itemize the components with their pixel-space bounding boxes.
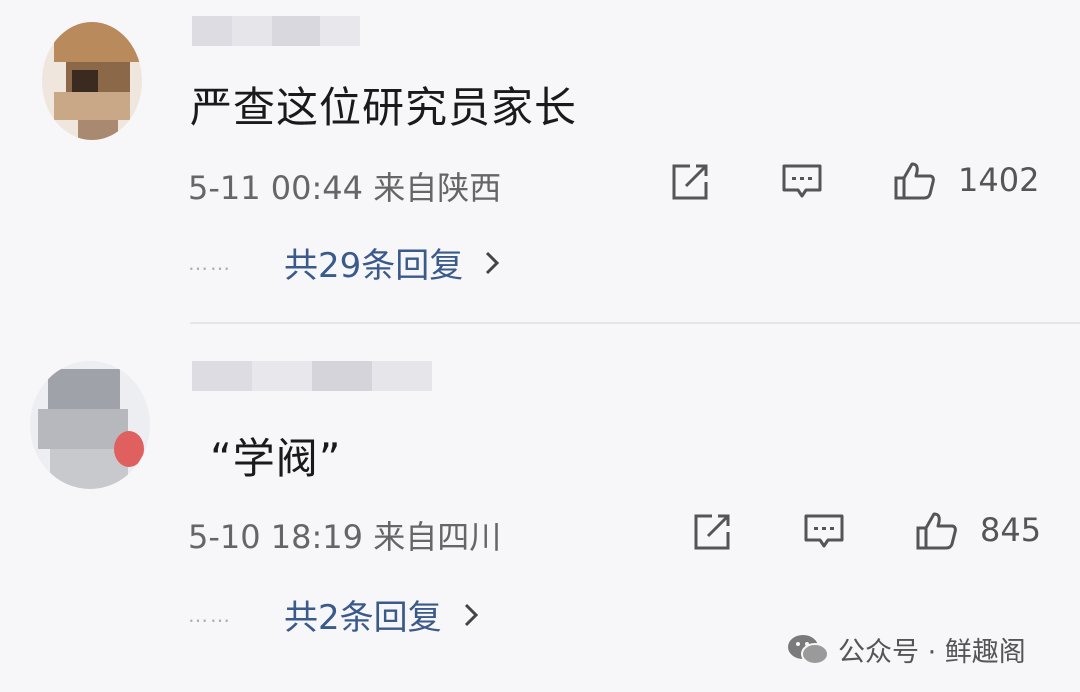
chevron-right-icon[interactable] xyxy=(460,602,482,628)
comment-button[interactable] xyxy=(802,512,846,552)
share-icon xyxy=(694,514,730,550)
avatar[interactable] xyxy=(30,361,150,489)
view-replies-link[interactable]: 共2条回复 xyxy=(284,590,442,639)
username-blurred[interactable] xyxy=(192,16,360,46)
watermark: 公众号 · 鲜趣阁 xyxy=(786,630,1026,669)
watermark-label: 公众号 · 鲜趣阁 xyxy=(838,637,1026,668)
like-icon xyxy=(894,162,935,200)
share-button[interactable] xyxy=(690,512,734,552)
comment-meta: 5-11 00:44 来自陕西 xyxy=(188,169,502,207)
comment-icon xyxy=(782,164,822,198)
comment-divider xyxy=(190,322,1080,324)
like-button[interactable]: 1402 xyxy=(892,160,1039,200)
like-count: 845 xyxy=(980,511,1042,549)
replies-row: …… 共29条回复 xyxy=(188,238,503,287)
like-button[interactable]: 845 xyxy=(914,510,1041,550)
replies-row: …… 共2条回复 xyxy=(188,590,482,639)
username-blurred[interactable] xyxy=(192,361,432,391)
view-replies-link[interactable]: 共29条回复 xyxy=(284,238,463,287)
wechat-icon xyxy=(788,634,829,665)
comment-icon xyxy=(804,514,844,548)
comment-text: 严查这位研究员家长 xyxy=(190,83,578,132)
comment-meta: 5-10 18:19 来自四川 xyxy=(188,518,502,556)
avatar[interactable] xyxy=(42,22,142,140)
comment-text: “学阀” xyxy=(210,434,342,483)
reply-dots: …… xyxy=(188,602,232,627)
share-button[interactable] xyxy=(668,162,712,202)
share-icon xyxy=(672,164,708,200)
comment-button[interactable] xyxy=(780,162,824,202)
chevron-right-icon[interactable] xyxy=(481,250,503,276)
reply-dots: …… xyxy=(188,250,232,275)
comment-item: 严查这位研究员家长 5-11 00:44 来自陕西 1402 …… 共29条回复 xyxy=(0,0,1080,322)
like-count: 1402 xyxy=(958,161,1040,199)
like-icon xyxy=(916,512,957,550)
